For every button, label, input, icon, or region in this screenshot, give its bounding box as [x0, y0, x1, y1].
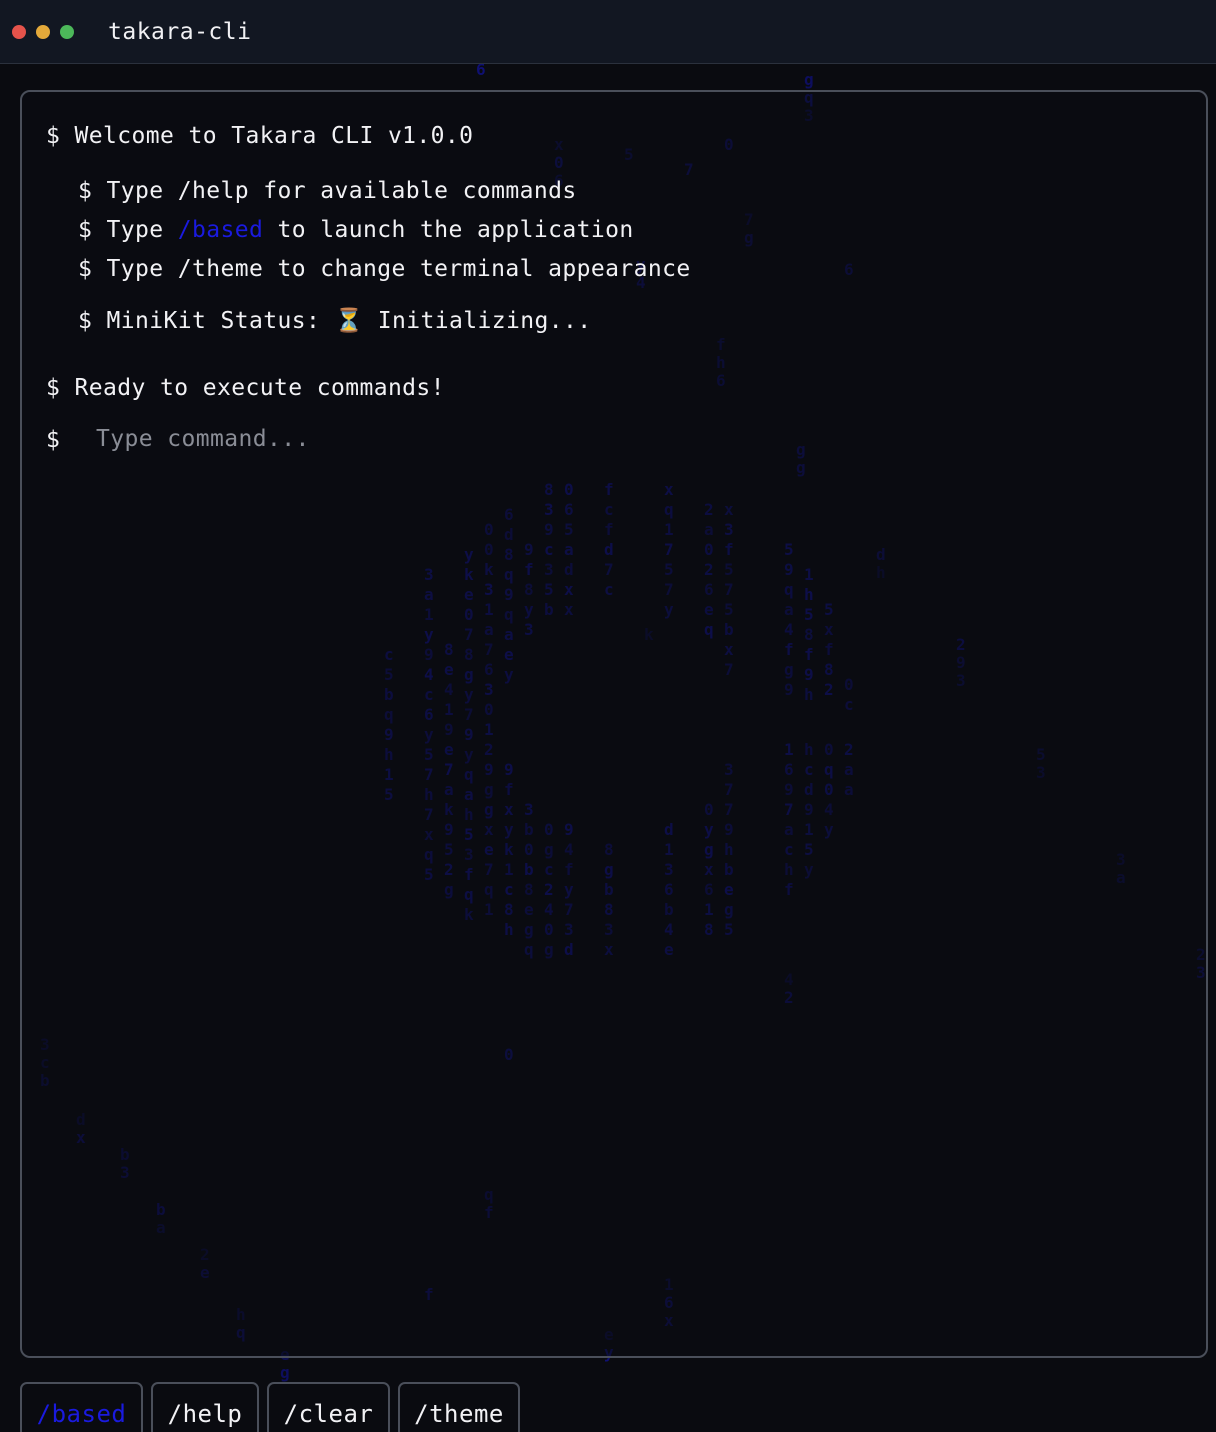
prompt-symbol: $ — [78, 308, 93, 334]
rain-glyph: g — [804, 70, 814, 89]
line-text: Type /help for available commands — [106, 178, 577, 204]
terminal-line-based: $ Type /based to launch the application — [78, 216, 634, 244]
based-command-link[interactable]: /based — [178, 217, 263, 243]
command-input[interactable] — [96, 422, 696, 456]
app-window: c5bq9h153a1y94c6y57h7xq58e419e7ak952gyke… — [0, 0, 1216, 1432]
prompt-symbol: $ — [78, 256, 93, 282]
rain-glyph: g — [280, 1363, 290, 1382]
line-text: Welcome to Takara CLI v1.0.0 — [74, 123, 474, 149]
maximize-window-button[interactable] — [60, 25, 74, 39]
help-command-button[interactable]: /help — [151, 1382, 259, 1432]
line-text-after: Initializing... — [363, 308, 592, 334]
prompt-symbol: $ — [78, 217, 93, 243]
line-text: Ready to execute commands! — [74, 375, 445, 401]
clear-command-button[interactable]: /clear — [267, 1382, 390, 1432]
prompt-symbol: $ — [46, 375, 61, 401]
line-text-after: to launch the application — [263, 217, 634, 243]
title-bar: takara-cli — [0, 0, 1216, 64]
prompt-symbol: $ — [46, 123, 61, 149]
line-text-before: Type — [106, 217, 178, 243]
terminal-line-help: $ Type /help for available commands — [78, 177, 577, 205]
prompt-symbol: $ — [78, 178, 93, 204]
terminal-panel[interactable]: $ Welcome to Takara CLI v1.0.0 $ Type /h… — [20, 90, 1208, 1358]
terminal-line-welcome: $ Welcome to Takara CLI v1.0.0 — [46, 122, 473, 150]
minimize-window-button[interactable] — [36, 25, 50, 39]
terminal-line-theme: $ Type /theme to change terminal appeara… — [78, 255, 691, 283]
theme-command-button[interactable]: /theme — [398, 1382, 520, 1432]
line-text-before: MiniKit Status: — [106, 308, 335, 334]
hourglass-icon: ⏳ — [334, 308, 364, 334]
terminal-line-minikit-status: $ MiniKit Status: ⏳ Initializing... — [78, 307, 591, 335]
based-command-button[interactable]: /based — [20, 1382, 143, 1432]
terminal-line-ready: $ Ready to execute commands! — [46, 374, 445, 402]
window-title: takara-cli — [108, 19, 252, 45]
close-window-button[interactable] — [12, 25, 26, 39]
line-text: Type /theme to change terminal appearanc… — [106, 256, 691, 282]
input-prompt-symbol: $ — [46, 427, 61, 453]
